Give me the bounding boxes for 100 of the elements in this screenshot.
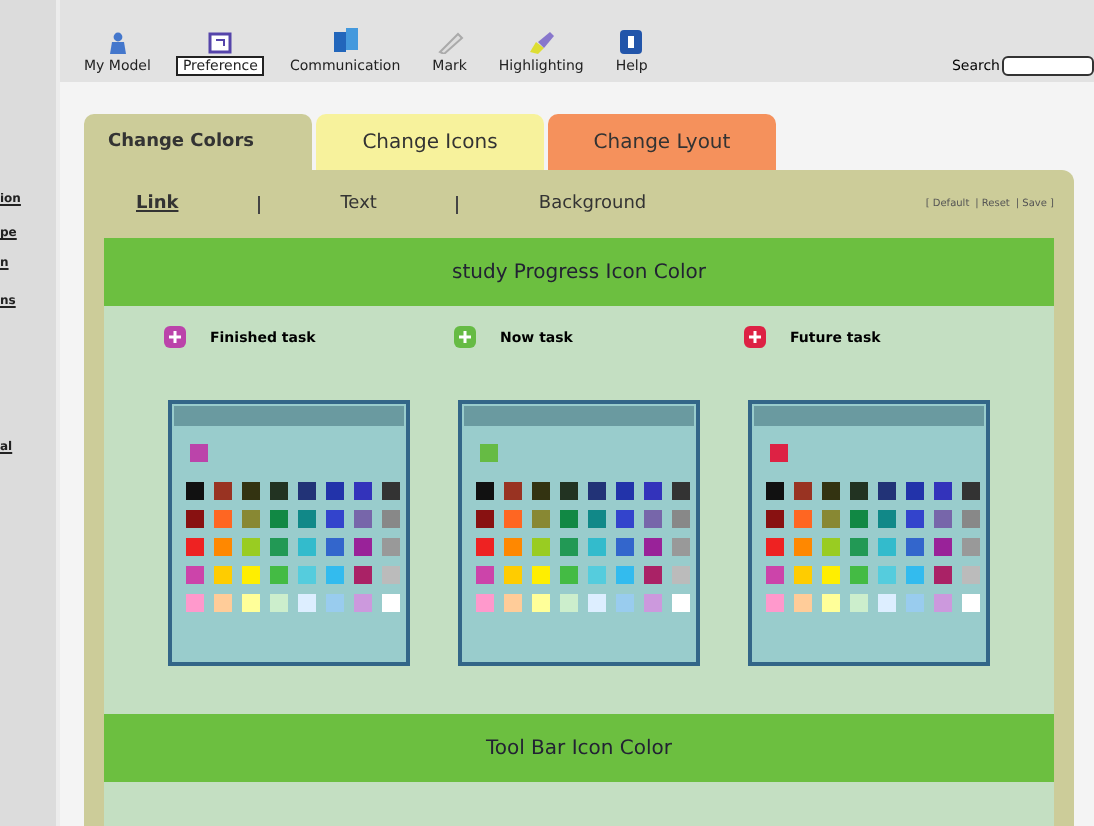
color-swatch[interactable] xyxy=(560,538,578,556)
color-swatch[interactable] xyxy=(644,594,662,612)
color-swatch[interactable] xyxy=(270,566,288,584)
color-swatch[interactable] xyxy=(186,482,204,500)
color-swatch[interactable] xyxy=(672,482,690,500)
color-swatch[interactable] xyxy=(822,594,840,612)
color-swatch[interactable] xyxy=(672,538,690,556)
color-swatch[interactable] xyxy=(270,538,288,556)
color-swatch[interactable] xyxy=(878,482,896,500)
color-swatch[interactable] xyxy=(934,594,952,612)
color-swatch[interactable] xyxy=(672,566,690,584)
color-swatch[interactable] xyxy=(354,482,372,500)
color-swatch[interactable] xyxy=(242,566,260,584)
color-swatch[interactable] xyxy=(186,594,204,612)
color-swatch[interactable] xyxy=(326,566,344,584)
color-swatch[interactable] xyxy=(962,538,980,556)
color-swatch[interactable] xyxy=(326,594,344,612)
color-swatch[interactable] xyxy=(906,538,924,556)
color-swatch[interactable] xyxy=(906,482,924,500)
color-swatch[interactable] xyxy=(560,594,578,612)
color-swatch[interactable] xyxy=(962,566,980,584)
color-swatch[interactable] xyxy=(504,566,522,584)
tab[interactable]: Change Icons xyxy=(316,114,544,170)
color-swatch[interactable] xyxy=(214,538,232,556)
color-swatch[interactable] xyxy=(504,594,522,612)
color-swatch[interactable] xyxy=(822,566,840,584)
color-swatch[interactable] xyxy=(214,594,232,612)
color-swatch[interactable] xyxy=(326,510,344,528)
color-swatch[interactable] xyxy=(850,510,868,528)
color-swatch[interactable] xyxy=(242,594,260,612)
color-swatch[interactable] xyxy=(298,594,316,612)
color-swatch[interactable] xyxy=(878,538,896,556)
color-swatch[interactable] xyxy=(644,538,662,556)
color-swatch[interactable] xyxy=(766,594,784,612)
color-swatch[interactable] xyxy=(186,566,204,584)
color-swatch[interactable] xyxy=(214,482,232,500)
color-swatch[interactable] xyxy=(532,566,550,584)
color-swatch[interactable] xyxy=(476,594,494,612)
color-swatch[interactable] xyxy=(242,510,260,528)
color-swatch[interactable] xyxy=(616,566,634,584)
color-swatch[interactable] xyxy=(504,538,522,556)
color-swatch[interactable] xyxy=(298,538,316,556)
color-swatch[interactable] xyxy=(934,510,952,528)
color-swatch[interactable] xyxy=(588,566,606,584)
color-swatch[interactable] xyxy=(532,594,550,612)
tab[interactable]: Change Colors xyxy=(84,114,312,170)
color-swatch[interactable] xyxy=(878,566,896,584)
color-swatch[interactable] xyxy=(354,566,372,584)
color-swatch[interactable] xyxy=(616,538,634,556)
color-swatch[interactable] xyxy=(560,510,578,528)
color-swatch[interactable] xyxy=(644,482,662,500)
color-swatch[interactable] xyxy=(588,482,606,500)
color-swatch[interactable] xyxy=(616,594,634,612)
search-field[interactable] xyxy=(1002,56,1094,76)
color-swatch[interactable] xyxy=(850,566,868,584)
tab[interactable]: Change Lyout xyxy=(548,114,776,170)
color-swatch[interactable] xyxy=(476,482,494,500)
color-swatch[interactable] xyxy=(532,482,550,500)
color-swatch[interactable] xyxy=(298,482,316,500)
color-swatch[interactable] xyxy=(616,482,634,500)
color-swatch[interactable] xyxy=(326,482,344,500)
color-swatch[interactable] xyxy=(794,594,812,612)
color-swatch[interactable] xyxy=(532,510,550,528)
color-swatch[interactable] xyxy=(270,510,288,528)
color-swatch[interactable] xyxy=(382,566,400,584)
color-swatch[interactable] xyxy=(298,510,316,528)
color-swatch[interactable] xyxy=(532,538,550,556)
color-swatch[interactable] xyxy=(850,482,868,500)
color-swatch[interactable] xyxy=(186,510,204,528)
color-swatch[interactable] xyxy=(354,510,372,528)
color-swatch[interactable] xyxy=(766,538,784,556)
color-swatch[interactable] xyxy=(644,566,662,584)
color-swatch[interactable] xyxy=(270,482,288,500)
color-swatch[interactable] xyxy=(504,510,522,528)
color-swatch[interactable] xyxy=(270,594,288,612)
color-swatch[interactable] xyxy=(476,566,494,584)
color-swatch[interactable] xyxy=(962,482,980,500)
color-swatch[interactable] xyxy=(354,538,372,556)
color-swatch[interactable] xyxy=(934,566,952,584)
color-swatch[interactable] xyxy=(476,510,494,528)
color-swatch[interactable] xyxy=(354,594,372,612)
color-swatch[interactable] xyxy=(616,510,634,528)
color-swatch[interactable] xyxy=(850,594,868,612)
color-swatch[interactable] xyxy=(906,594,924,612)
color-swatch[interactable] xyxy=(476,538,494,556)
color-swatch[interactable] xyxy=(242,482,260,500)
color-swatch[interactable] xyxy=(822,482,840,500)
color-swatch[interactable] xyxy=(326,538,344,556)
color-swatch[interactable] xyxy=(382,538,400,556)
color-swatch[interactable] xyxy=(186,538,204,556)
color-swatch[interactable] xyxy=(382,482,400,500)
color-swatch[interactable] xyxy=(560,566,578,584)
color-swatch[interactable] xyxy=(822,510,840,528)
color-swatch[interactable] xyxy=(962,510,980,528)
color-swatch[interactable] xyxy=(588,538,606,556)
subtab[interactable]: Link xyxy=(136,194,179,214)
color-swatch[interactable] xyxy=(850,538,868,556)
color-swatch[interactable] xyxy=(794,538,812,556)
color-swatch[interactable] xyxy=(382,594,400,612)
color-swatch[interactable] xyxy=(766,566,784,584)
